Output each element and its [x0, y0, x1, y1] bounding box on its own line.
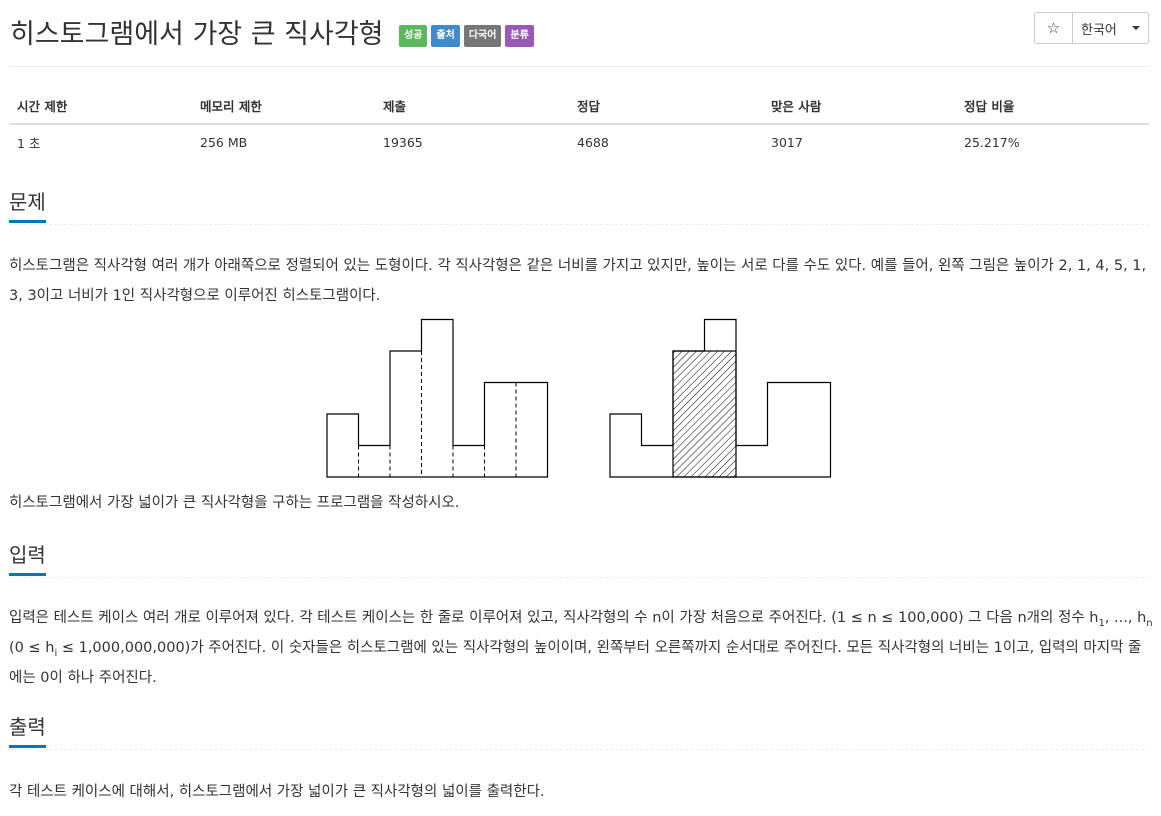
histogram-outline	[326, 318, 549, 478]
stats-header-solved-users: 맞은 사람	[763, 88, 956, 125]
star-button[interactable]: ☆	[1034, 12, 1073, 44]
input-text-2: , ..., h	[1104, 610, 1147, 626]
language-dropdown[interactable]: 한국어	[1073, 12, 1149, 44]
histogram-figure-right	[609, 318, 832, 478]
stats-header-accepted: 정답	[569, 88, 763, 125]
stats-header-row: 시간 제한 메모리 제한 제출 정답 맞은 사람 정답 비율	[9, 88, 1149, 125]
language-label: 한국어	[1081, 22, 1117, 38]
stats-header-submissions: 제출	[375, 88, 569, 125]
stats-header-time-limit: 시간 제한	[9, 88, 192, 125]
label-multilang[interactable]: 다국어	[463, 25, 502, 47]
output-heading: 출력	[9, 715, 46, 748]
problem-title: 히스토그램에서 가장 큰 직사각형	[10, 19, 384, 50]
input-text-3: (0 ≤ h	[9, 640, 55, 656]
input-paragraph: 입력은 테스트 케이스 여러 개로 이루어져 있다. 각 테스트 케이스는 한 …	[9, 603, 1154, 693]
caret-down-icon	[1132, 26, 1140, 30]
stats-time-limit: 1 초	[17, 136, 41, 151]
stats-memory-limit: 256 MB	[200, 135, 248, 150]
star-icon: ☆	[1046, 19, 1061, 37]
problem-header: 히스토그램에서 가장 큰 직사각형 성공 출처 다국어 분류 ☆ 한국어	[9, 0, 1149, 67]
stats-value-row: 1 초 256 MB 19365 4688 3017 25.217%	[9, 124, 1149, 160]
stats-accepted: 4688	[577, 135, 609, 150]
description-paragraph: 히스토그램은 직사각형 여러 개가 아래쪽으로 정렬되어 있는 도형이다. 각 …	[9, 258, 1147, 304]
description-heading: 문제	[9, 190, 46, 223]
stats-submissions: 19365	[383, 135, 423, 150]
header-button-group: ☆ 한국어	[1034, 12, 1149, 44]
label-tags[interactable]: 분류	[505, 25, 534, 47]
input-sub-n: n	[1146, 617, 1153, 629]
stats-header-accept-ratio: 정답 비율	[956, 88, 1149, 125]
description-task: 히스토그램에서 가장 넓이가 큰 직사각형을 구하는 프로그램을 작성하시오.	[9, 495, 460, 511]
description-section-header: 문제	[9, 186, 1149, 225]
problem-labels: 성공 출처 다국어 분류	[399, 25, 534, 47]
input-section-header: 입력	[9, 539, 1149, 578]
problem-stats-table: 시간 제한 메모리 제한 제출 정답 맞은 사람 정답 비율 1 초 256 M…	[9, 88, 1149, 160]
label-success[interactable]: 성공	[399, 25, 428, 47]
stats-solved-users: 3017	[771, 135, 803, 150]
output-paragraph: 각 테스트 케이스에 대해서, 히스토그램에서 가장 넓이가 큰 직사각형의 넓…	[9, 784, 545, 800]
label-source[interactable]: 출처	[431, 25, 460, 47]
problem-page: 히스토그램에서 가장 큰 직사각형 성공 출처 다국어 분류 ☆ 한국어 시간 …	[9, 0, 1153, 800]
input-heading: 입력	[9, 543, 46, 576]
largest-rectangle	[672, 350, 737, 478]
histogram-figure-left	[326, 318, 549, 478]
output-section-header: 출력	[9, 711, 1149, 750]
input-text-4: ≤ 1,000,000,000)가 주어진다. 이 숫자들은 히스토그램에 있는…	[9, 640, 1142, 686]
stats-accept-ratio: 25.217%	[964, 135, 1020, 150]
input-text-1: 입력은 테스트 케이스 여러 개로 이루어져 있다. 각 테스트 케이스는 한 …	[9, 610, 1099, 626]
stats-header-memory-limit: 메모리 제한	[192, 88, 375, 125]
